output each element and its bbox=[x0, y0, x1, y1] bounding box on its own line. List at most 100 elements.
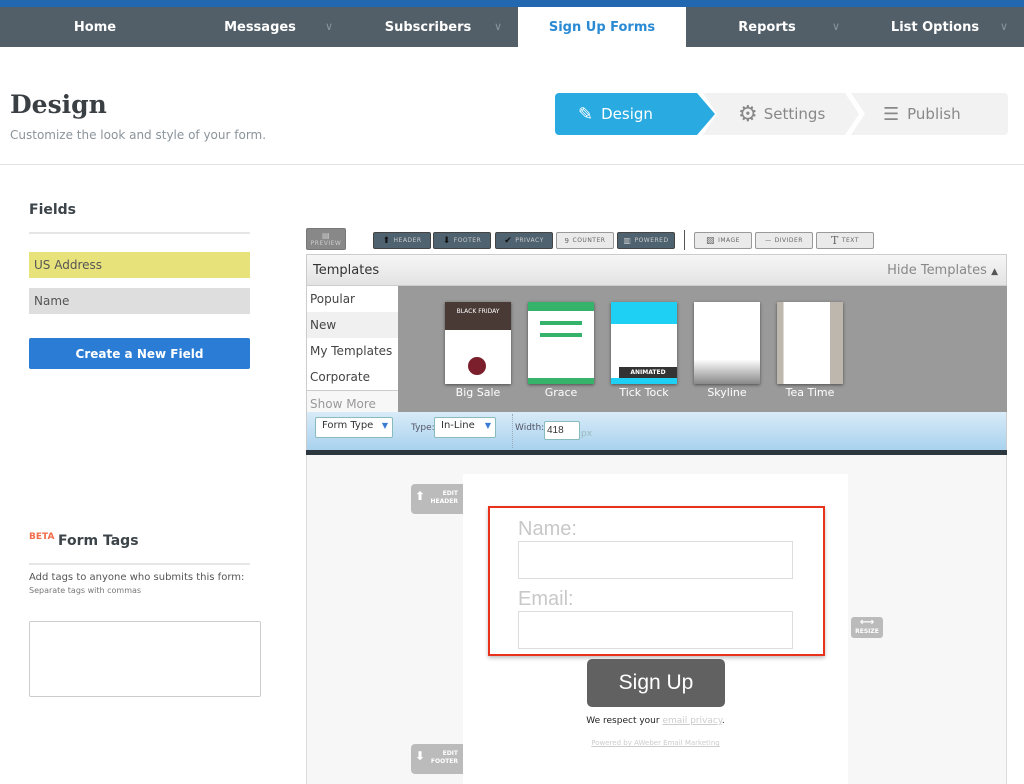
image-button[interactable]: ▨ IMAGE bbox=[694, 232, 752, 249]
type-select[interactable]: In-Line ▼ bbox=[434, 417, 496, 438]
edit-footer-button[interactable]: ⬇ EDIT FOOTER bbox=[411, 744, 463, 774]
button-label: EDIT FOOTER bbox=[430, 750, 458, 765]
privacy-text: . bbox=[721, 716, 725, 726]
button-label: DIVIDER bbox=[774, 237, 803, 244]
template-grace[interactable] bbox=[528, 302, 594, 384]
step-settings[interactable]: ⚙ Settings bbox=[738, 93, 825, 135]
main-nav: Home Messages ∨ Subscribers ∨ Sign Up Fo… bbox=[0, 7, 1024, 47]
sign-up-button[interactable]: Sign Up bbox=[587, 659, 725, 707]
template-heading: BLACK FRIDAY bbox=[445, 302, 511, 330]
category-popular[interactable]: Popular bbox=[307, 286, 398, 312]
resize-handle[interactable]: ⟷ RESIZE bbox=[851, 617, 883, 638]
edit-header-button[interactable]: ⬆ EDIT HEADER bbox=[411, 484, 463, 514]
name-input[interactable] bbox=[518, 541, 793, 579]
category-my-templates[interactable]: My Templates bbox=[307, 338, 398, 364]
form-type-select[interactable]: Form Type ▼ bbox=[315, 417, 393, 438]
step-publish[interactable]: ☰ Publish bbox=[883, 93, 961, 135]
button-label: HEADER bbox=[393, 237, 422, 244]
privacy-button[interactable]: ✔ PRIVACY bbox=[495, 232, 553, 249]
fields-title: Fields bbox=[29, 202, 77, 218]
divider-button[interactable]: — DIVIDER bbox=[755, 232, 813, 249]
tab-messages[interactable]: Messages bbox=[175, 7, 345, 47]
counter-button[interactable]: 9 COUNTER bbox=[556, 232, 614, 249]
template-name: Big Sale bbox=[455, 386, 501, 399]
width-input[interactable] bbox=[544, 421, 580, 440]
button-label: PREVIEW bbox=[310, 240, 342, 247]
tab-home[interactable]: Home bbox=[10, 7, 180, 47]
hide-templates-link[interactable]: Hide Templates ▲ bbox=[887, 263, 998, 278]
category-new[interactable]: New bbox=[307, 312, 398, 338]
divider bbox=[512, 414, 513, 448]
template-name: Tea Time bbox=[785, 386, 835, 399]
barcode-icon: ▥ bbox=[623, 236, 632, 245]
chevron-down-icon[interactable]: ∨ bbox=[325, 20, 333, 33]
field-name[interactable]: Name bbox=[29, 288, 250, 314]
chevron-down-icon[interactable]: ∨ bbox=[494, 20, 502, 33]
button-label: PRIVACY bbox=[515, 237, 544, 244]
document-icon: ▤ bbox=[321, 231, 331, 240]
tab-subscribers[interactable]: Subscribers bbox=[343, 7, 513, 47]
select-value: In-Line bbox=[441, 420, 475, 431]
form-tags-input[interactable] bbox=[29, 621, 261, 697]
chevron-down-icon[interactable]: ∨ bbox=[1000, 20, 1008, 33]
template-name: Skyline bbox=[707, 386, 747, 399]
step-label: Settings bbox=[763, 105, 826, 123]
preview-button[interactable]: ▤ PREVIEW bbox=[306, 228, 346, 250]
form-options-bar: Form Type ▼ Type: In-Line ▼ Width: px bbox=[306, 412, 1007, 450]
field-us-address[interactable]: US Address bbox=[29, 252, 250, 278]
button-label: POWERED bbox=[634, 237, 669, 244]
divider bbox=[0, 164, 1024, 165]
email-label: Email: bbox=[518, 588, 574, 610]
powered-by-link[interactable]: Powered by AWeber Email Marketing bbox=[463, 739, 848, 747]
beta-badge: BETA bbox=[29, 532, 55, 542]
header-button[interactable]: ⬆ HEADER bbox=[373, 232, 431, 249]
button-label: COUNTER bbox=[572, 237, 606, 244]
top-bar bbox=[0, 0, 1024, 7]
template-button-shape bbox=[468, 357, 486, 375]
page-subtitle: Customize the look and style of your for… bbox=[10, 128, 267, 142]
create-field-button[interactable]: Create a New Field bbox=[29, 338, 250, 369]
template-categories: Popular New My Templates Corporate Show … bbox=[306, 286, 398, 416]
button-label: EDIT HEADER bbox=[430, 490, 458, 505]
horizontal-line-icon: — bbox=[765, 237, 772, 244]
image-icon: ▨ bbox=[706, 235, 716, 246]
width-unit: px bbox=[581, 429, 593, 439]
template-skyline[interactable] bbox=[694, 302, 760, 384]
tab-sign-up-forms[interactable]: Sign Up Forms bbox=[518, 7, 686, 47]
button-label: RESIZE bbox=[855, 628, 879, 635]
template-tick-tock[interactable]: ANIMATED bbox=[611, 302, 677, 384]
template-name: Grace bbox=[544, 386, 578, 399]
check-icon: ✔ bbox=[504, 235, 513, 246]
form-tags-title: Form Tags bbox=[58, 533, 139, 549]
pencil-cup-icon: ✎ bbox=[578, 103, 594, 125]
text-icon: T bbox=[831, 234, 839, 247]
template-big-sale[interactable]: BLACK FRIDAY bbox=[445, 302, 511, 384]
step-design[interactable]: ✎ Design bbox=[578, 93, 653, 135]
powered-button[interactable]: ▥ POWERED bbox=[617, 232, 675, 249]
form-tags-hint: Separate tags with commas bbox=[29, 586, 142, 595]
email-input[interactable] bbox=[518, 611, 793, 649]
template-tea-time[interactable] bbox=[777, 302, 843, 384]
page-title: Design bbox=[10, 90, 107, 119]
tab-reports[interactable]: Reports bbox=[682, 7, 852, 47]
type-label: Type: bbox=[411, 423, 435, 433]
email-privacy-link[interactable]: email privacy bbox=[662, 716, 721, 726]
template-name: Tick Tock bbox=[619, 386, 669, 399]
tab-list-options[interactable]: List Options bbox=[850, 7, 1020, 47]
footer-button[interactable]: ⬇ FOOTER bbox=[433, 232, 491, 249]
template-gallery: BLACK FRIDAY Big Sale Grace ANIMATED Tic… bbox=[398, 286, 1007, 412]
arrow-down-icon: ⬇ bbox=[415, 749, 426, 763]
divider bbox=[29, 563, 250, 565]
select-value: Form Type bbox=[322, 420, 374, 431]
templates-title: Templates bbox=[313, 263, 380, 278]
templates-header: Templates Hide Templates ▲ bbox=[306, 254, 1007, 286]
chevron-down-icon[interactable]: ∨ bbox=[832, 20, 840, 33]
list-window-icon: ☰ bbox=[883, 103, 900, 125]
step-label: Design bbox=[601, 105, 653, 123]
text-button[interactable]: T TEXT bbox=[816, 232, 874, 249]
category-corporate[interactable]: Corporate bbox=[307, 364, 398, 390]
button-label: TEXT bbox=[841, 237, 859, 244]
privacy-note: We respect your email privacy. bbox=[463, 716, 848, 726]
divider bbox=[684, 230, 685, 250]
divider bbox=[29, 232, 250, 234]
